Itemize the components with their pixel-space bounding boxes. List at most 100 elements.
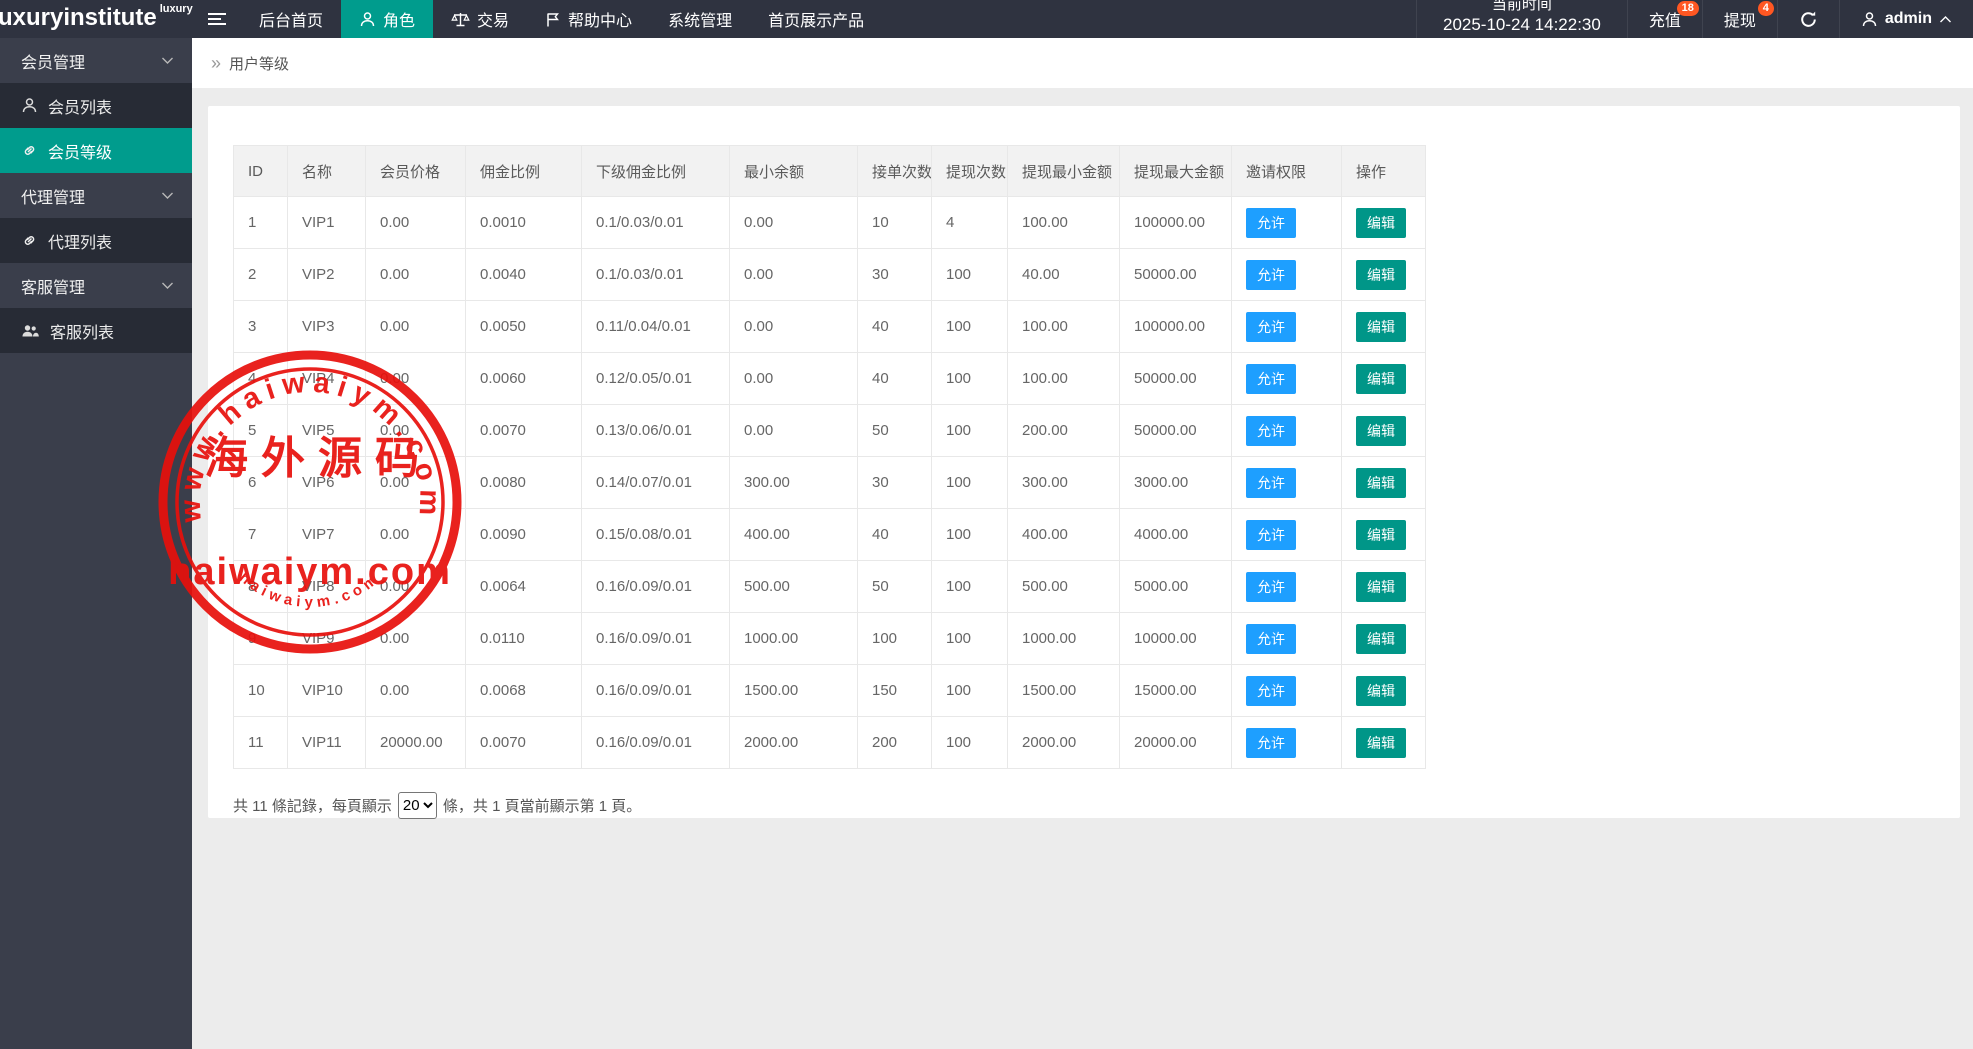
nav-item-label: 首页展示产品 — [768, 7, 864, 31]
sidebar: 会员管理会员列表会员等级代理管理代理列表客服管理客服列表 — [0, 38, 192, 1049]
invite-permission-cell: 允许 — [1232, 665, 1342, 717]
edit-button[interactable]: 编辑 — [1356, 416, 1406, 446]
table-cell: 0.00 — [366, 665, 466, 717]
table-cell: 0.12/0.05/0.01 — [582, 353, 730, 405]
edit-button[interactable]: 编辑 — [1356, 728, 1406, 758]
invite-permission-cell: 允许 — [1232, 301, 1342, 353]
table-cell: 0.00 — [366, 509, 466, 561]
table-cell: 40.00 — [1008, 249, 1120, 301]
allow-button[interactable]: 允许 — [1246, 624, 1296, 654]
nav-item-5[interactable]: 系统管理 — [650, 0, 750, 38]
edit-button[interactable]: 编辑 — [1356, 312, 1406, 342]
pagination-suffix: 條，共 1 頁當前顯示第 1 頁。 — [443, 795, 641, 816]
users-icon — [21, 322, 40, 339]
table-cell: VIP8 — [288, 561, 366, 613]
allow-button[interactable]: 允许 — [1246, 520, 1296, 550]
action-cell: 编辑 — [1342, 717, 1426, 769]
table-cell: 20000.00 — [366, 717, 466, 769]
allow-button[interactable]: 允许 — [1246, 728, 1296, 758]
sidebar-item-2-1[interactable]: 代理列表 — [0, 218, 192, 263]
nav-item-1[interactable]: 后台首页 — [241, 0, 341, 38]
table-cell: 0.15/0.08/0.01 — [582, 509, 730, 561]
table-cell: 2000.00 — [1008, 717, 1120, 769]
refresh-button[interactable] — [1777, 0, 1839, 38]
table-cell: VIP5 — [288, 405, 366, 457]
table-cell: 0.00 — [730, 249, 858, 301]
allow-button[interactable]: 允许 — [1246, 260, 1296, 290]
allow-button[interactable]: 允许 — [1246, 572, 1296, 602]
sidebar-group-label: 客服管理 — [21, 274, 85, 298]
table-cell: 100 — [932, 353, 1008, 405]
edit-button[interactable]: 编辑 — [1356, 364, 1406, 394]
sidebar-group-3[interactable]: 客服管理 — [0, 263, 192, 308]
table-cell: 5000.00 — [1120, 561, 1232, 613]
table-cell: 100 — [932, 457, 1008, 509]
nav-item-4[interactable]: 帮助中心 — [527, 0, 650, 38]
sidebar-item-3-1[interactable]: 客服列表 — [0, 308, 192, 353]
edit-button[interactable]: 编辑 — [1356, 260, 1406, 290]
edit-button[interactable]: 编辑 — [1356, 624, 1406, 654]
edit-button[interactable]: 编辑 — [1356, 520, 1406, 550]
allow-button[interactable]: 允许 — [1246, 468, 1296, 498]
table-cell: 0.0010 — [466, 197, 582, 249]
invite-permission-cell: 允许 — [1232, 405, 1342, 457]
table-cell: VIP7 — [288, 509, 366, 561]
menu-toggle-icon[interactable] — [193, 0, 241, 38]
table-cell: 300.00 — [730, 457, 858, 509]
invite-permission-cell: 允许 — [1232, 561, 1342, 613]
nav-item-2[interactable]: 角色 — [341, 0, 433, 38]
table-row: 5VIP50.000.00700.13/0.06/0.010.005010020… — [234, 405, 1426, 457]
column-header: 名称 — [288, 146, 366, 197]
edit-button[interactable]: 编辑 — [1356, 572, 1406, 602]
invite-permission-cell: 允许 — [1232, 613, 1342, 665]
table-cell: VIP3 — [288, 301, 366, 353]
action-cell: 编辑 — [1342, 665, 1426, 717]
column-header: 会员价格 — [366, 146, 466, 197]
table-row: 11VIP1120000.000.00700.16/0.09/0.012000.… — [234, 717, 1426, 769]
edit-button[interactable]: 编辑 — [1356, 676, 1406, 706]
refresh-icon — [1799, 10, 1818, 29]
table-cell: 0.16/0.09/0.01 — [582, 613, 730, 665]
table-cell: 1000.00 — [730, 613, 858, 665]
page-size-select[interactable]: 20 — [398, 792, 437, 819]
edit-button[interactable]: 编辑 — [1356, 468, 1406, 498]
invite-permission-cell: 允许 — [1232, 197, 1342, 249]
table-row: 9VIP90.000.01100.16/0.09/0.011000.001001… — [234, 613, 1426, 665]
nav-item-3[interactable]: 交易 — [433, 0, 527, 38]
allow-button[interactable]: 允许 — [1246, 312, 1296, 342]
allow-button[interactable]: 允许 — [1246, 676, 1296, 706]
table-cell: 1 — [234, 197, 288, 249]
table-cell: 0.00 — [730, 197, 858, 249]
allow-button[interactable]: 允许 — [1246, 416, 1296, 446]
edit-button[interactable]: 编辑 — [1356, 208, 1406, 238]
sidebar-item-1-2[interactable]: 会员等级 — [0, 128, 192, 173]
withdraw-button[interactable]: 提现 4 — [1702, 0, 1777, 38]
sidebar-group-1[interactable]: 会员管理 — [0, 38, 192, 83]
nav-item-6[interactable]: 首页展示产品 — [750, 0, 882, 38]
table-row: 10VIP100.000.00680.16/0.09/0.011500.0015… — [234, 665, 1426, 717]
table-cell: 100000.00 — [1120, 301, 1232, 353]
sidebar-group-2[interactable]: 代理管理 — [0, 173, 192, 218]
recharge-button[interactable]: 充值 18 — [1627, 0, 1702, 38]
table-cell: 10000.00 — [1120, 613, 1232, 665]
sidebar-item-1-1[interactable]: 会员列表 — [0, 83, 192, 128]
top-bar: uxuryinstitute luxuryinstitute 后台首页角色交易帮… — [0, 0, 1973, 38]
link-icon — [21, 142, 38, 159]
table-cell: 0.00 — [366, 405, 466, 457]
table-cell: 6 — [234, 457, 288, 509]
table-cell: 10 — [234, 665, 288, 717]
table-cell: 30 — [858, 249, 932, 301]
table-cell: 0.0068 — [466, 665, 582, 717]
allow-button[interactable]: 允许 — [1246, 208, 1296, 238]
table-body: 1VIP10.000.00100.1/0.03/0.010.00104100.0… — [234, 197, 1426, 769]
table-cell: 400.00 — [1008, 509, 1120, 561]
table-cell: 50000.00 — [1120, 249, 1232, 301]
table-cell: 4000.00 — [1120, 509, 1232, 561]
action-cell: 编辑 — [1342, 457, 1426, 509]
table-cell: 2000.00 — [730, 717, 858, 769]
admin-menu[interactable]: admin — [1839, 0, 1973, 38]
time-label: 当前时间 — [1492, 0, 1552, 14]
table-cell: 5 — [234, 405, 288, 457]
table-cell: 0.11/0.04/0.01 — [582, 301, 730, 353]
allow-button[interactable]: 允许 — [1246, 364, 1296, 394]
